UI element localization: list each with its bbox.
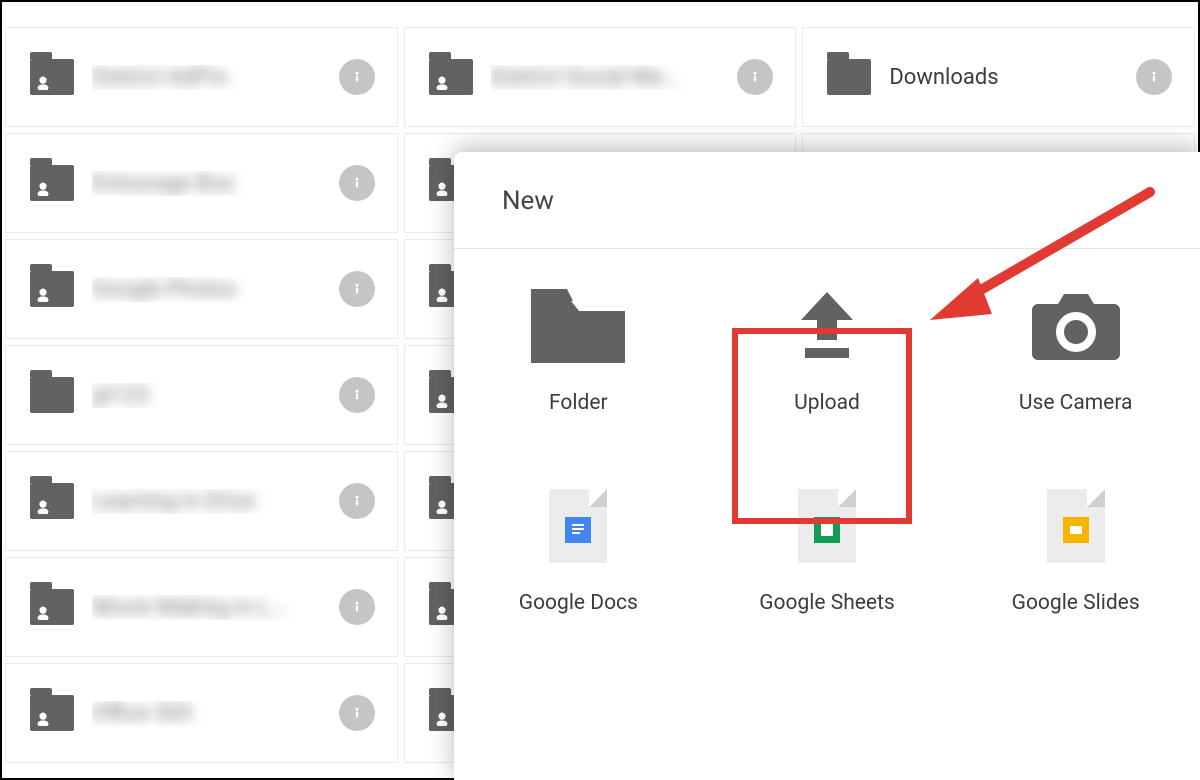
new-modal: New Folder Upload Use Camera <box>454 152 1200 780</box>
info-button[interactable] <box>339 483 375 519</box>
info-button[interactable] <box>339 271 375 307</box>
info-button[interactable] <box>339 589 375 625</box>
folder-cell[interactable]: gt123 <box>6 346 397 444</box>
folder-cell[interactable]: Entourage Bus <box>6 134 397 232</box>
folder-cell[interactable]: Google Photos <box>6 240 397 338</box>
folder-cell[interactable]: District AdPro <box>6 28 397 126</box>
option-upload[interactable]: Upload <box>703 283 952 483</box>
info-button[interactable] <box>737 59 773 95</box>
folder-name: Office 365 <box>92 701 339 726</box>
folder-name: Movie Making in L... <box>92 595 339 620</box>
folder-cell[interactable]: Learning in Drive <box>6 452 397 550</box>
camera-icon <box>1028 283 1124 369</box>
option-label: Google Docs <box>519 591 638 615</box>
option-label: Google Slides <box>1012 591 1140 615</box>
folder-icon <box>30 377 74 413</box>
google-slides-icon <box>1047 483 1105 569</box>
folder-name: District AdPro <box>92 65 339 90</box>
folder-name: Downloads <box>889 65 1136 90</box>
option-label: Use Camera <box>1019 391 1133 415</box>
google-sheets-icon <box>798 483 856 569</box>
upload-icon <box>787 283 867 369</box>
app-frame: District AdPro District Social Me... Downl… <box>0 0 1200 780</box>
info-button[interactable] <box>339 165 375 201</box>
folder-name: Learning in Drive <box>92 489 339 514</box>
folder-icon <box>531 283 625 369</box>
folder-icon <box>827 59 871 95</box>
shared-folder-icon <box>30 271 74 307</box>
folder-name: Entourage Bus <box>92 171 339 196</box>
shared-folder-icon <box>30 483 74 519</box>
shared-folder-icon <box>30 695 74 731</box>
folder-cell[interactable]: Movie Making in L... <box>6 558 397 656</box>
shared-folder-icon <box>30 589 74 625</box>
shared-folder-icon <box>30 59 74 95</box>
folder-name: gt123 <box>92 383 339 408</box>
option-label: Upload <box>794 391 860 415</box>
modal-title: New <box>454 152 1200 248</box>
info-button[interactable] <box>339 377 375 413</box>
google-docs-icon <box>549 483 607 569</box>
folder-cell[interactable]: Downloads <box>803 28 1194 126</box>
info-button[interactable] <box>339 59 375 95</box>
option-google-slides[interactable]: Google Slides <box>951 483 1200 683</box>
option-label: Google Sheets <box>759 591 895 615</box>
folder-name: Google Photos <box>92 277 339 302</box>
shared-folder-icon <box>429 59 473 95</box>
option-camera[interactable]: Use Camera <box>951 283 1200 483</box>
info-button[interactable] <box>339 695 375 731</box>
modal-options: Folder Upload Use Camera Google Docs <box>454 249 1200 683</box>
option-label: Folder <box>549 391 608 415</box>
folder-cell[interactable]: Office 365 <box>6 664 397 762</box>
info-button[interactable] <box>1136 59 1172 95</box>
folder-cell[interactable]: District Social Me... <box>405 28 796 126</box>
option-folder[interactable]: Folder <box>454 283 703 483</box>
shared-folder-icon <box>30 165 74 201</box>
option-google-sheets[interactable]: Google Sheets <box>703 483 952 683</box>
folder-name: District Social Me... <box>491 65 738 90</box>
option-google-docs[interactable]: Google Docs <box>454 483 703 683</box>
